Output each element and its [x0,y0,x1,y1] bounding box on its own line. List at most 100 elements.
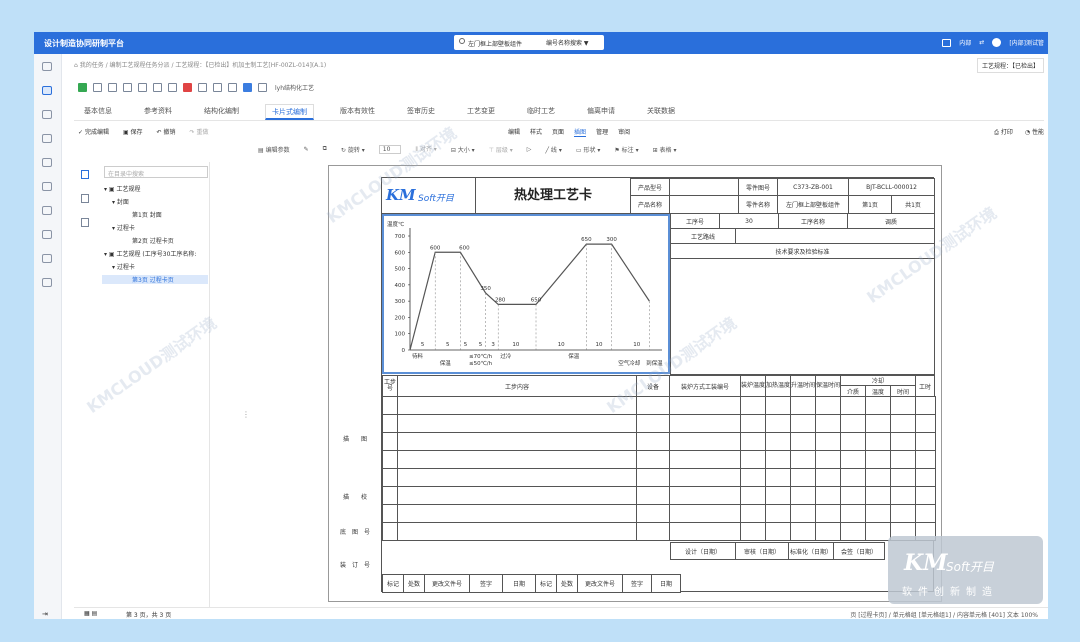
table-cell[interactable] [890,450,916,469]
table-cell[interactable] [397,504,637,523]
perf-button[interactable]: ◔ 性能 [1025,127,1044,137]
table-cell[interactable] [397,486,637,505]
table-cell[interactable] [669,486,741,505]
table-cell[interactable] [840,450,866,469]
table-cell[interactable] [382,396,398,415]
tech-req-value[interactable] [670,258,935,375]
table-cell[interactable] [815,504,841,523]
table-cell[interactable] [669,468,741,487]
menu-review[interactable]: 审阅 [618,127,630,137]
shape-button[interactable]: ▭ 形状 ▾ [576,145,601,154]
rotate-button[interactable]: ↻ 旋转 ▾ [341,145,365,154]
product-type-value[interactable] [669,178,739,196]
table-cell[interactable] [865,504,891,523]
table-cell[interactable] [765,450,791,469]
table-cell[interactable] [740,432,766,451]
table-cell[interactable] [815,486,841,505]
table-cell[interactable] [669,396,741,415]
nav-monitor-icon[interactable] [42,110,52,119]
nav-doc-icon[interactable] [42,278,52,287]
tree-search-input[interactable]: 在目录中搜索 [104,166,208,178]
table-cell[interactable] [790,468,816,487]
view-toggle-icon[interactable]: ▦ ▤ [84,610,97,617]
table-cell[interactable] [636,468,670,487]
table-cell[interactable] [890,432,916,451]
menu-edit[interactable]: 编辑 [508,127,520,137]
table-cell[interactable] [890,396,916,415]
table-cell[interactable] [840,522,866,541]
done-edit-button[interactable]: ✓ 完成编辑 [78,127,109,136]
table-cell[interactable] [669,414,741,433]
table-cell[interactable] [382,522,398,541]
table-cell[interactable] [915,486,936,505]
nav-grid-icon[interactable] [42,230,52,239]
table-cell[interactable] [382,450,398,469]
table-cell[interactable] [915,432,936,451]
save-doc-icon[interactable] [198,82,207,92]
table-cell[interactable] [740,504,766,523]
edit-param-button[interactable]: ▤ 编辑参数 [258,145,290,154]
table-cell[interactable] [865,522,891,541]
table-cell[interactable] [865,432,891,451]
table-cell[interactable] [890,414,916,433]
table-cell[interactable] [636,522,670,541]
tree-node[interactable]: 第2页 过程卡页 [132,236,174,245]
part-name-value[interactable]: 左门框上部壁板组件 [777,195,849,214]
tree-node[interactable]: ▾ ▣ 工艺规程 (工序号30工序名称: [104,249,196,258]
table-cell[interactable] [865,468,891,487]
part-no-value[interactable]: C373-ZB-001 [777,178,849,196]
sign-standard[interactable]: 标准化（日期） [788,542,834,560]
print-button[interactable]: ⎙ 打印 [994,127,1013,137]
table-cell[interactable] [790,396,816,415]
screen-icon[interactable] [942,38,952,47]
size-input[interactable]: 10 [378,144,402,154]
menu-page[interactable]: 页面 [552,127,564,137]
tab-deviation[interactable]: 偏离申请 [581,104,621,120]
doc-icon[interactable] [108,82,117,92]
sign-cosign[interactable]: 会签（日期） [833,542,885,560]
tab-related[interactable]: 关联数据 [641,104,681,120]
table-cell[interactable] [765,486,791,505]
tab-version[interactable]: 版本有效性 [334,104,381,120]
table-cell[interactable] [382,486,398,505]
table-cell[interactable] [740,486,766,505]
tab-basic[interactable]: 基本信息 [78,104,118,120]
edit-icon[interactable] [138,82,147,92]
checkout-icon[interactable] [78,82,87,92]
page-icon[interactable] [153,82,162,92]
global-search[interactable]: 左门框上部壁板组件 编号名称搜索 ▼ [454,35,604,50]
table-cell[interactable] [840,468,866,487]
page-icon[interactable] [81,170,89,179]
table-cell[interactable] [865,396,891,415]
file-icon[interactable] [81,218,89,227]
forward-icon[interactable] [123,82,132,92]
table-button[interactable]: ⊞ 表格 ▾ [653,145,677,154]
table-icon[interactable] [213,82,222,92]
table-cell[interactable] [790,414,816,433]
table-cell[interactable] [636,486,670,505]
tree-node[interactable]: ▾ 封面 [112,197,129,206]
tree-node-selected[interactable]: 第3页 过程卡页 [102,275,208,284]
table-cell[interactable] [840,432,866,451]
table-cell[interactable] [382,414,398,433]
table-cell[interactable] [765,396,791,415]
size-button[interactable]: ⊟ 大小 ▾ [451,145,475,154]
lyh-structured-link[interactable]: lyh结构化工艺 [275,83,314,92]
nav-layers-icon[interactable] [42,134,52,143]
table-cell[interactable] [840,396,866,415]
layer-button[interactable]: ⊤ 层级 ▾ [489,145,513,154]
table-cell[interactable] [740,522,766,541]
table-cell[interactable] [815,432,841,451]
table-cell[interactable] [765,504,791,523]
table-cell[interactable] [382,432,398,451]
sign-review[interactable]: 审核（日期） [735,542,789,560]
table-cell[interactable] [740,468,766,487]
user-name[interactable]: [内部]测试管 [1009,38,1044,47]
nav-home-icon[interactable] [42,62,52,71]
table-cell[interactable] [815,468,841,487]
select-icon[interactable]: ▷ [527,146,532,153]
table-cell[interactable] [397,468,637,487]
route-value[interactable] [735,228,935,244]
table-cell[interactable] [865,414,891,433]
table-cell[interactable] [382,468,398,487]
